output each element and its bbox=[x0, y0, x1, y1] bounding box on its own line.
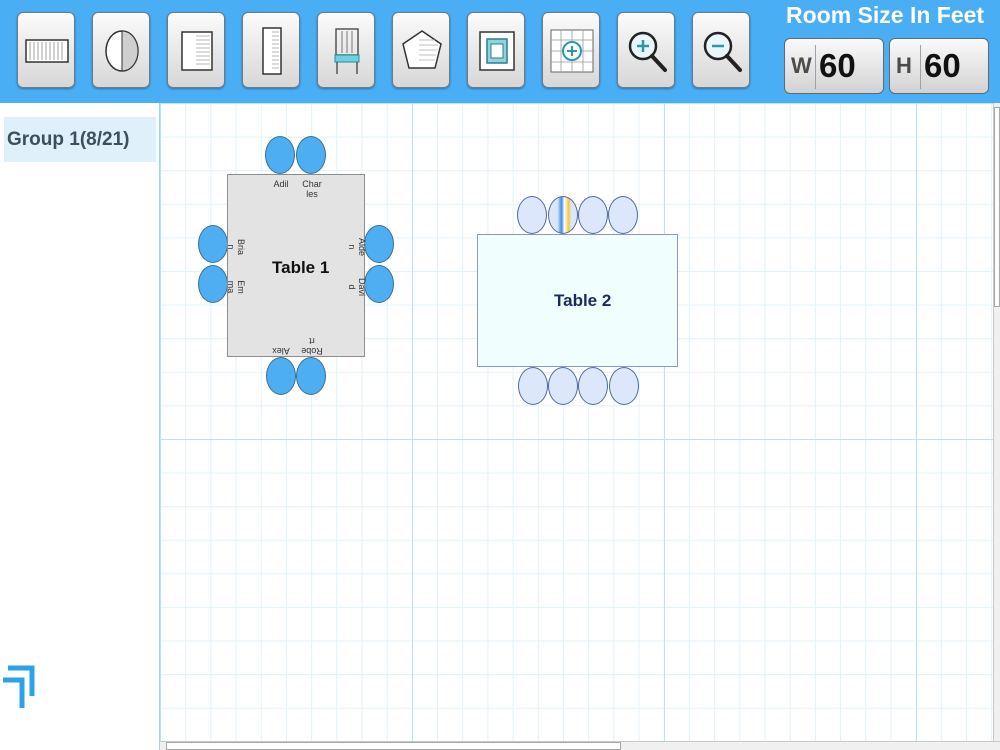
rectangle-table-tool-button[interactable] bbox=[17, 12, 75, 88]
round-table-icon bbox=[105, 30, 139, 72]
horizontal-scrollbar[interactable] bbox=[160, 741, 1000, 750]
seat[interactable] bbox=[198, 265, 228, 303]
seat[interactable] bbox=[296, 136, 326, 174]
seat[interactable] bbox=[578, 196, 608, 234]
seat[interactable] bbox=[518, 367, 548, 405]
round-table-tool-button[interactable] bbox=[92, 12, 150, 88]
seat-selected[interactable] bbox=[548, 196, 578, 234]
square-table-icon bbox=[181, 31, 213, 71]
seat[interactable] bbox=[265, 136, 295, 174]
guest-name: Alde n bbox=[347, 237, 367, 256]
seat[interactable] bbox=[517, 196, 547, 234]
table-label: Table 2 bbox=[554, 291, 612, 310]
long-table-tool-button[interactable] bbox=[242, 12, 300, 88]
seat[interactable] bbox=[608, 196, 638, 234]
height-letter: H bbox=[896, 53, 912, 78]
seat[interactable] bbox=[364, 265, 394, 303]
guest-name: Em ma bbox=[226, 280, 246, 294]
seat[interactable] bbox=[609, 367, 639, 405]
room-size-title: Room Size In Feet bbox=[786, 2, 985, 28]
table-1[interactable]: Table 1 Adil Char les Bria n Em ma Alde … bbox=[226, 174, 367, 357]
room-width-value: 60 bbox=[819, 47, 856, 84]
pentagon-shape-icon bbox=[402, 30, 442, 69]
zoom-out-tool-button[interactable] bbox=[692, 12, 750, 88]
square-table-tool-button[interactable] bbox=[167, 12, 225, 88]
zoom-in-icon bbox=[628, 31, 667, 72]
table-label: Table 1 bbox=[272, 258, 330, 277]
seat[interactable] bbox=[548, 367, 578, 405]
seat[interactable] bbox=[296, 357, 326, 395]
horizontal-scroll-thumb[interactable] bbox=[166, 742, 621, 750]
zoom-out-icon bbox=[703, 31, 742, 72]
group-list-item[interactable]: Group 1(8/21) bbox=[4, 117, 156, 162]
guest-name: Char les bbox=[302, 179, 322, 199]
chair-tool-button[interactable] bbox=[317, 12, 375, 88]
room-height-field[interactable]: H 60 bbox=[889, 38, 989, 94]
zoom-in-tool-button[interactable] bbox=[617, 12, 675, 88]
room-width-field[interactable]: W 60 bbox=[784, 38, 884, 94]
room-height-value: 60 bbox=[924, 47, 961, 84]
rectangle-table-icon bbox=[25, 39, 69, 63]
guest-name: Robe rt bbox=[301, 336, 323, 356]
vertical-scroll-thumb[interactable] bbox=[994, 107, 1000, 307]
fit-to-screen-tool-button[interactable] bbox=[467, 12, 525, 88]
grid-add-icon bbox=[550, 29, 594, 73]
fit-screen-icon bbox=[479, 31, 515, 71]
guest-name: Davi d bbox=[347, 277, 367, 296]
add-grid-tool-button[interactable] bbox=[542, 12, 600, 88]
height-separator bbox=[920, 45, 921, 89]
seat[interactable] bbox=[364, 225, 394, 263]
guest-name: Bria n bbox=[226, 238, 246, 255]
floor-plan-canvas[interactable]: Table 1 Adil Char les Bria n Em ma Alde … bbox=[160, 103, 993, 741]
collapse-corner-icon[interactable] bbox=[2, 660, 42, 710]
guest-name: Adil bbox=[273, 179, 289, 189]
vertical-scrollbar[interactable] bbox=[993, 103, 1000, 741]
custom-shape-tool-button[interactable] bbox=[392, 12, 450, 88]
table-2[interactable]: Table 2 bbox=[477, 234, 678, 367]
guest-name: Alex bbox=[272, 346, 290, 356]
seat[interactable] bbox=[198, 225, 228, 263]
seat[interactable] bbox=[578, 367, 608, 405]
group-sidebar: Group 1(8/21) bbox=[0, 103, 160, 750]
chair-icon bbox=[334, 28, 360, 74]
toolbar: Room Size In Feet W 60 H 60 bbox=[0, 0, 1000, 103]
width-letter: W bbox=[791, 53, 812, 78]
seat[interactable] bbox=[266, 357, 296, 395]
width-separator bbox=[815, 45, 816, 89]
long-table-icon bbox=[262, 27, 282, 75]
